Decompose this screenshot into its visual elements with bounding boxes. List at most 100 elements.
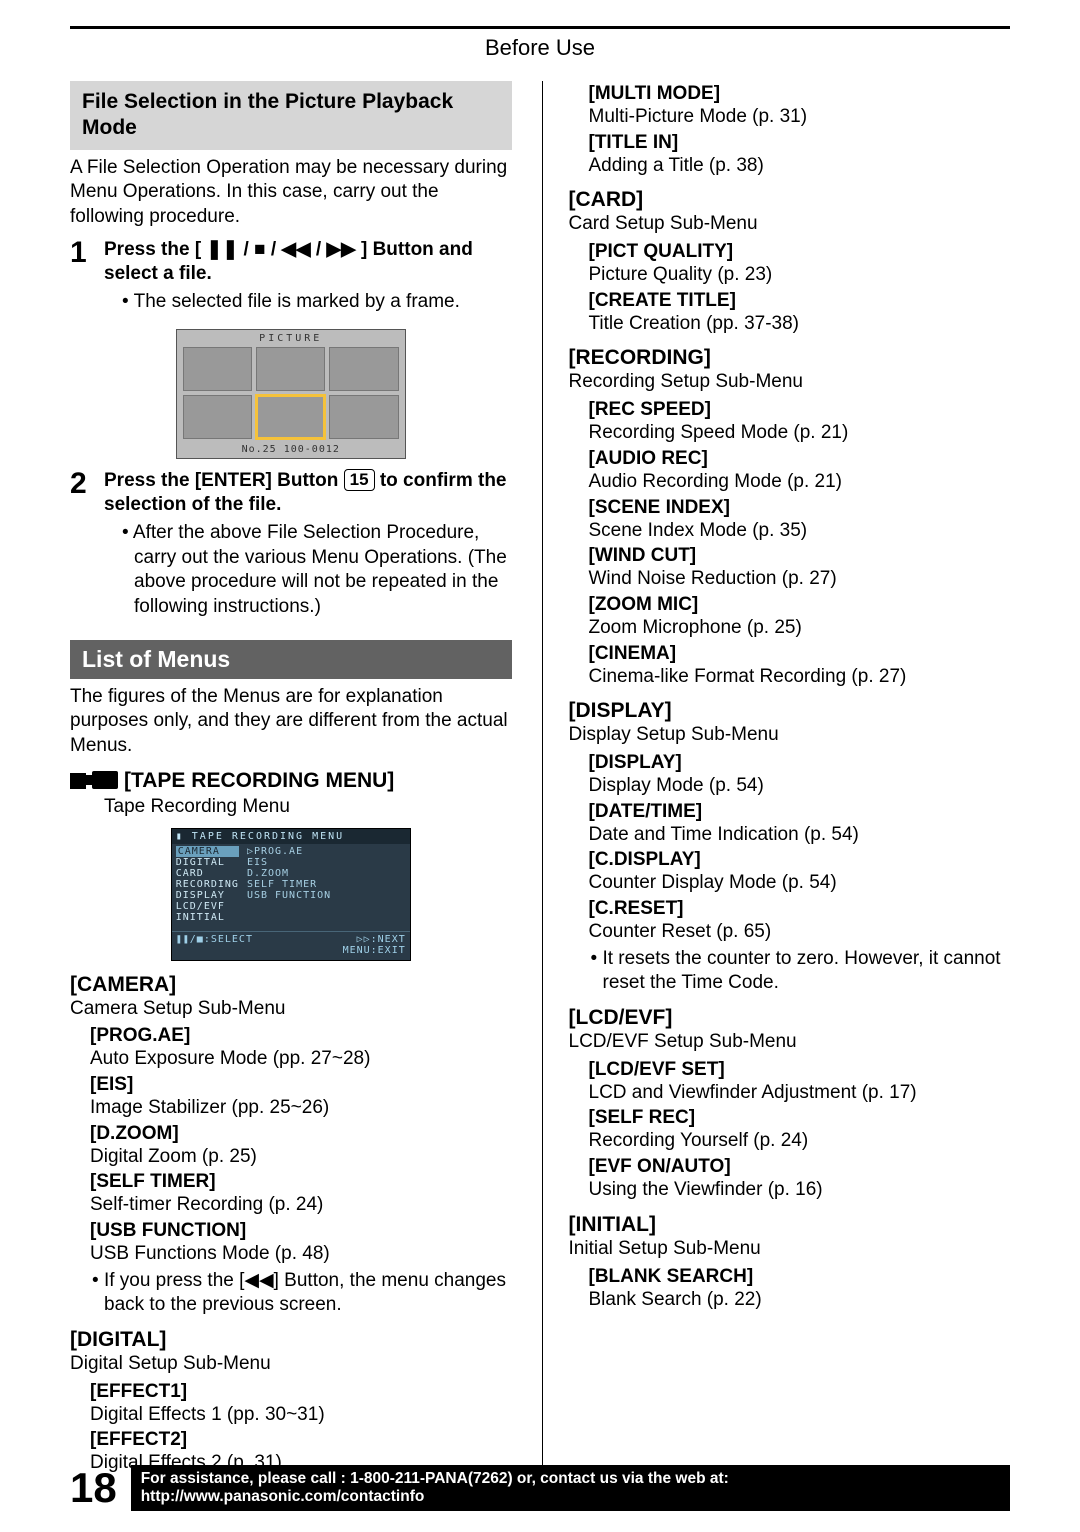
sub-item-bullet: If you press the [◀◀] Button, the menu c… [90,1269,512,1318]
sub-item-title: [CREATE TITLE] [589,290,1011,312]
camera-icon [92,771,118,789]
right-menu-list: [CARD]Card Setup Sub-Menu[PICT QUALITY]P… [569,188,1011,1312]
menu-description: Card Setup Sub-Menu [569,212,1011,237]
sub-item-title: [DATE/TIME] [589,801,1011,823]
sub-item-title: [PROG.AE] [90,1025,512,1047]
tape-recording-menu-sub: Tape Recording Menu [70,795,512,820]
sub-item-desc: LCD and Viewfinder Adjustment (p. 17) [589,1081,1011,1106]
sub-item-desc: Title Creation (pp. 37-38) [589,312,1011,337]
list-of-menus-intro: The figures of the Menus are for explana… [70,685,512,759]
left-menu-list: [CAMERA]Camera Setup Sub-Menu[PROG.AE]Au… [70,973,512,1477]
sub-item-title: [SELF TIMER] [90,1171,512,1193]
tape-menu-left-list: CAMERA DIGITAL CARD RECORDING DISPLAY LC… [176,846,239,923]
sub-item-desc: Recording Yourself (p. 24) [589,1129,1011,1154]
sub-item-desc: Blank Search (p. 22) [589,1288,1011,1313]
sub-item-desc: Scene Index Mode (p. 35) [589,519,1011,544]
sub-item-title: [C.RESET] [589,898,1011,920]
sub-item-desc: Digital Effects 1 (pp. 30~31) [90,1403,512,1428]
tape-menu-foot-left: ❚❚/■:SELECT [176,934,253,956]
file-selection-intro: A File Selection Operation may be necess… [70,156,512,230]
sub-item-desc: Display Mode (p. 54) [589,774,1011,799]
sub-item-title: [ZOOM MIC] [589,594,1011,616]
sub-item-desc: USB Functions Mode (p. 48) [90,1242,512,1267]
sub-item-bullet: It resets the counter to zero. However, … [589,947,1011,996]
tape-menu-title: ▮ TAPE RECORDING MENU [172,829,410,844]
tape-menu-figure: ▮ TAPE RECORDING MENU CAMERA DIGITAL CAR… [171,828,411,961]
page-number: 18 [70,1464,117,1512]
sub-item-title: [AUDIO REC] [589,448,1011,470]
tape-menu-item: EIS [247,857,331,868]
sub-item-desc: Digital Zoom (p. 25) [90,1145,512,1170]
sub-item-desc: Auto Exposure Mode (pp. 27~28) [90,1047,512,1072]
tape-menu-item: USB FUNCTION [247,890,331,901]
picture-preview-title: PICTURE [177,330,405,347]
tape-menu-item: ▷PROG.AE [247,846,331,857]
menu-heading: [LCD/EVF] [569,1006,1011,1030]
picture-thumb [183,347,252,391]
step-1-bullet: The selected file is marked by a frame. [118,290,512,315]
sub-item-title: [EFFECT2] [90,1429,512,1451]
sub-item-title: [EIS] [90,1074,512,1096]
picture-preview-footer: No.25 100-0012 [177,441,405,458]
sub-item-desc: Recording Speed Mode (p. 21) [589,421,1011,446]
sub-menu-list: [PROG.AE]Auto Exposure Mode (pp. 27~28)[… [70,1025,512,1318]
tape-menu-item: DISPLAY [176,890,239,901]
menu-heading: [RECORDING] [569,346,1011,370]
tape-menu-item: CAMERA [176,846,239,857]
square-icon [70,773,86,789]
sub-item-title: [EVF ON/AUTO] [589,1156,1011,1178]
sub-item-title: [DISPLAY] [589,752,1011,774]
menu-description: Display Setup Sub-Menu [569,723,1011,748]
sub-item-desc: Zoom Microphone (p. 25) [589,616,1011,641]
step-2-bullet: After the above File Selection Procedure… [118,521,512,620]
sub-item-desc: Image Stabilizer (pp. 25~26) [90,1096,512,1121]
menu-description: Digital Setup Sub-Menu [70,1352,512,1377]
sub-item-desc: Using the Viewfinder (p. 16) [589,1178,1011,1203]
sub-item-title: [MULTI MODE] [589,83,1011,105]
button-ref-15: 15 [344,469,375,491]
sub-item-desc: Wind Noise Reduction (p. 27) [589,567,1011,592]
sub-item-title: [TITLE IN] [589,132,1011,154]
sub-item-title: [C.DISPLAY] [589,849,1011,871]
tape-menu-item: SELF TIMER [247,879,331,890]
menu-description: LCD/EVF Setup Sub-Menu [569,1030,1011,1055]
tape-recording-menu-label: [TAPE RECORDING MENU] [104,769,394,792]
tape-menu-item: D.ZOOM [247,868,331,879]
sub-item-desc: Adding a Title (p. 38) [589,154,1011,179]
picture-preview-figure: PICTURE No.25 100-0012 [176,329,406,459]
sub-item-title: [LCD/EVF SET] [589,1059,1011,1081]
sub-item-desc: Counter Reset (p. 65) [589,920,1011,945]
tape-menu-foot-r1: ▷▷:NEXT [357,934,406,945]
step-1-number: 1 [70,238,94,323]
picture-thumb-selected [256,395,325,439]
sub-item-title: [WIND CUT] [589,545,1011,567]
tape-menu-right-list: ▷PROG.AE EIS D.ZOOM SELF TIMER USB FUNCT… [247,846,331,923]
step-1: 1 Press the [ ❚❚ / ■ / ◀◀ / ▶▶ ] Button … [70,238,512,323]
tape-menu-item: LCD/EVF [176,901,239,912]
tape-menu-foot-r2: MENU:EXIT [343,945,406,956]
sub-item-desc: Date and Time Indication (p. 54) [589,823,1011,848]
right-cont-items: [MULTI MODE]Multi-Picture Mode (p. 31)[T… [569,83,1011,178]
step-2-title-a: Press the [ENTER] Button [104,470,344,491]
page-footer: 18 For assistance, please call : 1-800-2… [0,1464,1080,1512]
tape-menu-item: RECORDING [176,879,239,890]
tape-menu-item: DIGITAL [176,857,239,868]
sub-item-title: [D.ZOOM] [90,1123,512,1145]
picture-thumb [183,395,252,439]
page: Before Use File Selection in the Picture… [0,0,1080,1480]
menu-description: Initial Setup Sub-Menu [569,1237,1011,1262]
sub-menu-list: [PICT QUALITY]Picture Quality (p. 23)[CR… [569,241,1011,336]
sub-item-title: [BLANK SEARCH] [589,1266,1011,1288]
menu-heading: [DIGITAL] [70,1328,512,1352]
sub-item-title: [SELF REC] [589,1107,1011,1129]
menu-description: Recording Setup Sub-Menu [569,370,1011,395]
step-2: 2 Press the [ENTER] Button 15 to confirm… [70,469,512,628]
menu-heading: [CAMERA] [70,973,512,997]
right-column: [MULTI MODE]Multi-Picture Mode (p. 31)[T… [542,81,1011,1476]
sub-menu-list: [DISPLAY]Display Mode (p. 54)[DATE/TIME]… [569,752,1011,996]
sub-item-title: [USB FUNCTION] [90,1220,512,1242]
tape-menu-item: INITIAL [176,912,239,923]
sub-item-title: [CINEMA] [589,643,1011,665]
sub-item-title: [REC SPEED] [589,399,1011,421]
sub-item-title: [PICT QUALITY] [589,241,1011,263]
